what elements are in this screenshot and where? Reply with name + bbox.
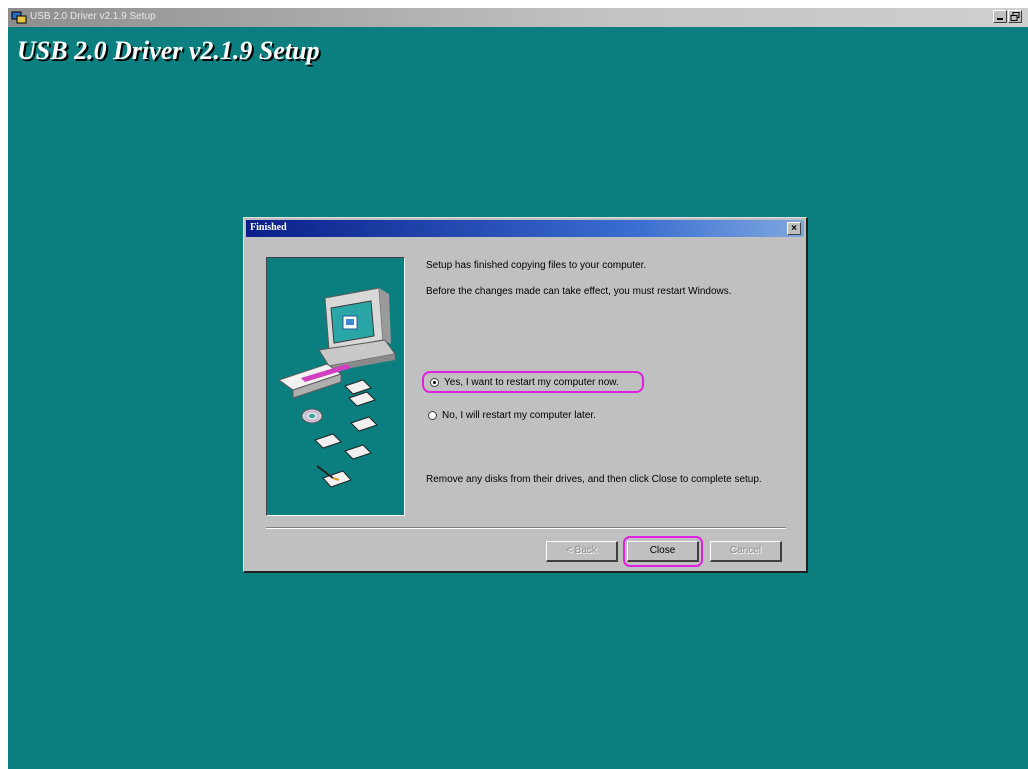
restart-later-radio[interactable] xyxy=(428,410,437,420)
close-button[interactable]: Close xyxy=(627,541,699,562)
message-restart-required: Before the changes made can take effect,… xyxy=(426,286,732,297)
restart-now-radio[interactable] xyxy=(430,377,439,387)
app-titlebar[interactable]: USB 2.0 Driver v2.1.9 Setup xyxy=(8,8,1028,27)
app-heading: USB 2.0 Driver v2.1.9 Setup xyxy=(17,36,320,65)
dialog-title: Finished xyxy=(250,222,287,233)
setup-app-icon xyxy=(11,11,27,24)
close-icon: × xyxy=(791,223,797,234)
floppy-disk-icon xyxy=(314,379,378,488)
minimize-icon xyxy=(997,18,1003,20)
minimize-button[interactable] xyxy=(993,10,1007,23)
dialog-close-button[interactable]: × xyxy=(787,222,801,235)
dialog-separator xyxy=(266,527,786,529)
restart-later-label: No, I will restart my computer later. xyxy=(442,409,596,421)
dialog-titlebar[interactable]: Finished × xyxy=(246,220,804,237)
message-remove-disks: Remove any disks from their drives, and … xyxy=(426,474,762,485)
app-window-title: USB 2.0 Driver v2.1.9 Setup xyxy=(30,11,156,22)
cd-disc-icon xyxy=(301,408,323,424)
restart-now-label: Yes, I want to restart my computer now. xyxy=(444,376,619,388)
back-button[interactable]: < Back xyxy=(546,541,618,562)
setup-illustration xyxy=(266,257,405,516)
restore-icon xyxy=(1010,12,1020,21)
computer-icon xyxy=(318,287,396,372)
setup-background: USB 2.0 Driver v2.1.9 Setup USB 2.0 Driv… xyxy=(8,8,1028,769)
finished-dialog: Finished × Setup has finished copying fi… xyxy=(243,217,808,573)
setup-artwork xyxy=(277,287,396,488)
disk-drive-icon xyxy=(277,363,351,399)
restart-later-option[interactable]: No, I will restart my computer later. xyxy=(422,404,632,426)
restore-button[interactable] xyxy=(1008,10,1022,23)
restart-now-option[interactable]: Yes, I want to restart my computer now. xyxy=(422,371,644,393)
message-copy-complete: Setup has finished copying files to your… xyxy=(426,260,647,271)
cancel-button[interactable]: Cancel xyxy=(710,541,782,562)
